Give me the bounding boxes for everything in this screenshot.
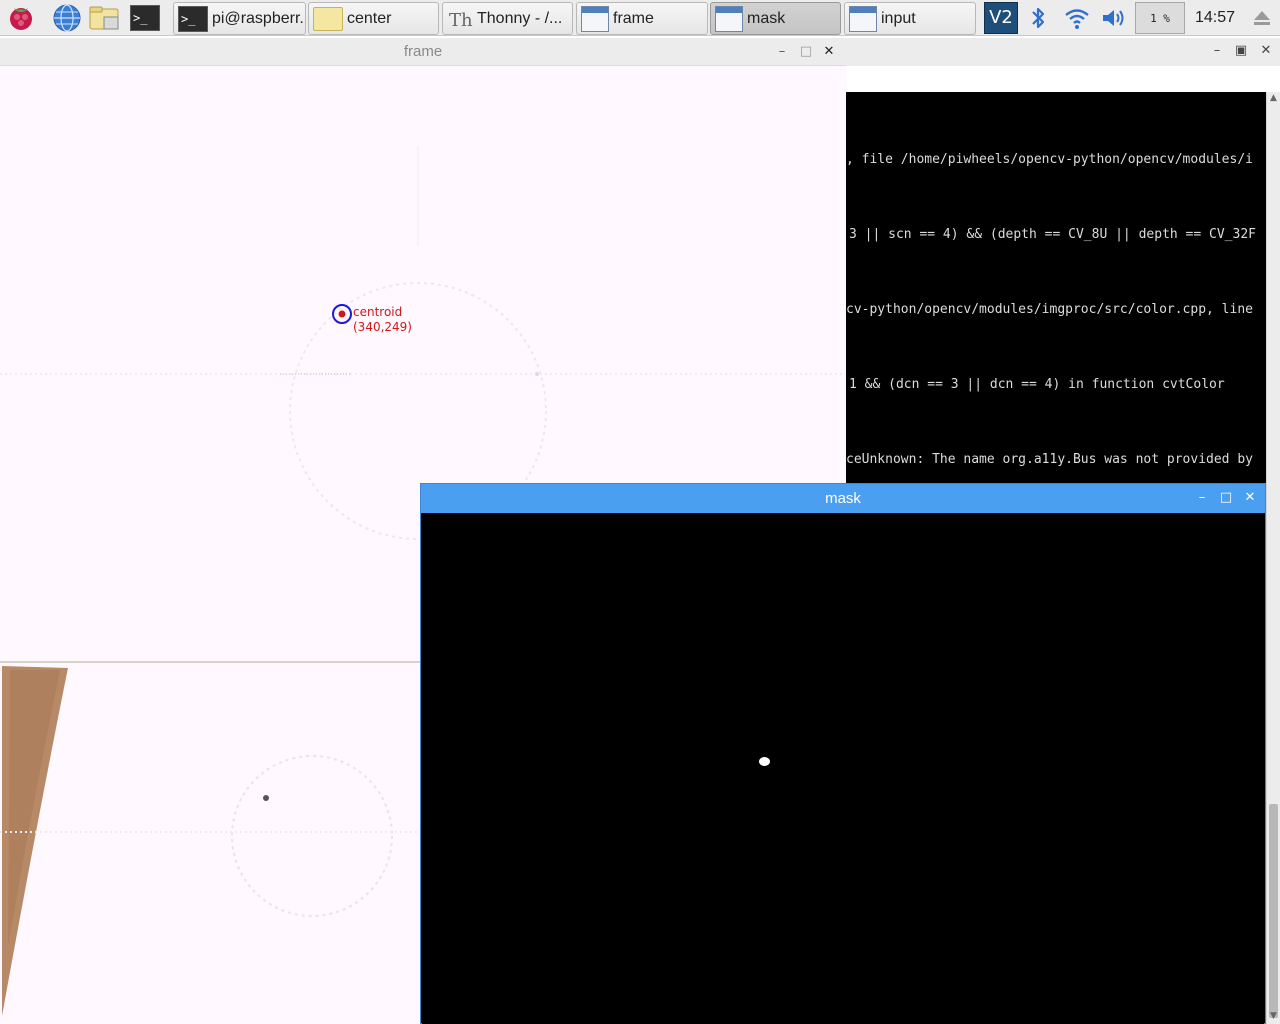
raspberry-menu-icon[interactable]: [4, 2, 38, 34]
task-mask[interactable]: mask: [710, 2, 841, 35]
maximize-icon[interactable]: □: [797, 43, 815, 61]
maximize-icon[interactable]: ▣: [1232, 42, 1250, 60]
window-icon: [581, 5, 609, 32]
scroll-down-icon[interactable]: ▼: [1267, 1010, 1280, 1022]
task-label: mask: [747, 9, 786, 27]
centroid-label: centroid: [353, 305, 402, 319]
scrollbar-thumb[interactable]: [1269, 804, 1278, 1018]
close-icon[interactable]: ✕: [820, 43, 838, 61]
cpu-usage: 1 %: [1150, 11, 1170, 25]
terminal-line: 3 || scn == 4) && (depth == CV_8U || dep…: [849, 227, 1256, 242]
terminal-line: cv-python/opencv/modules/imgproc/src/col…: [846, 302, 1253, 317]
window-icon: [849, 5, 877, 32]
web-browser-icon[interactable]: [50, 2, 84, 34]
terminal-icon[interactable]: >_: [128, 2, 162, 34]
task-input[interactable]: input: [844, 2, 976, 35]
terminal-scrollbar[interactable]: ▲ ▼: [1266, 92, 1280, 1024]
terminal-titlebar[interactable]: – ▣ ✕: [846, 38, 1280, 66]
task-frame[interactable]: frame: [576, 2, 708, 35]
task-label: pi@raspberr...: [212, 9, 306, 27]
vnc-icon[interactable]: V2: [983, 0, 1019, 36]
centroid-dot: [338, 310, 346, 318]
window-title: frame: [403, 43, 443, 60]
terminal-line: ceUnknown: The name org.a11y.Bus was not…: [846, 452, 1253, 467]
cpu-monitor[interactable]: 1 %: [1135, 2, 1185, 34]
task-label: frame: [613, 9, 654, 27]
terminal-output[interactable]: , file /home/piwheels/opencv-python/open…: [846, 92, 1268, 483]
folder-icon: [313, 6, 343, 31]
task-label: Thonny - /...: [477, 9, 563, 27]
close-icon[interactable]: ✕: [1257, 42, 1275, 60]
window-icon: [715, 5, 743, 32]
mask-blob: [759, 757, 770, 766]
wifi-icon[interactable]: [1060, 0, 1094, 36]
scroll-up-icon[interactable]: ▲: [1267, 92, 1280, 104]
terminal-line: 1 && (dcn == 3 || dcn == 4) in function …: [849, 377, 1225, 392]
mask-window[interactable]: mask – □ ✕: [420, 483, 1266, 1024]
eject-icon[interactable]: [1248, 0, 1276, 36]
mask-titlebar[interactable]: mask – □ ✕: [421, 484, 1265, 513]
svg-text:Th: Th: [449, 10, 473, 31]
minimize-icon[interactable]: –: [1208, 42, 1226, 60]
volume-icon[interactable]: [1098, 0, 1130, 36]
frame-titlebar[interactable]: frame – □ ✕: [0, 38, 846, 66]
centroid-coords: (340,249): [353, 320, 412, 334]
task-file-manager[interactable]: center: [308, 2, 439, 35]
bluetooth-icon[interactable]: [1024, 0, 1052, 36]
clock[interactable]: 14:57: [1190, 0, 1240, 36]
window-title: mask: [825, 490, 861, 507]
task-label: input: [881, 9, 916, 27]
maximize-icon[interactable]: □: [1217, 489, 1235, 507]
terminal-icon: >_: [178, 5, 208, 32]
task-terminal[interactable]: >_ pi@raspberr...: [173, 2, 306, 35]
terminal-line: , file /home/piwheels/opencv-python/open…: [846, 152, 1253, 167]
mask-image: [422, 513, 1264, 1024]
thonny-icon: Th: [449, 10, 473, 31]
task-thonny[interactable]: Th Thonny - /...: [442, 2, 573, 35]
vnc-label: V2: [984, 2, 1018, 34]
task-label: center: [347, 9, 392, 27]
minimize-icon[interactable]: –: [773, 43, 791, 61]
terminal-window[interactable]: – ▣ ✕ , file /home/piwheels/opencv-pytho…: [846, 38, 1280, 483]
file-manager-icon[interactable]: [88, 2, 122, 34]
close-icon[interactable]: ✕: [1241, 489, 1259, 507]
minimize-icon[interactable]: –: [1193, 489, 1211, 507]
taskbar: >_ >_ pi@raspberr... center Th Thonny - …: [0, 0, 1280, 36]
